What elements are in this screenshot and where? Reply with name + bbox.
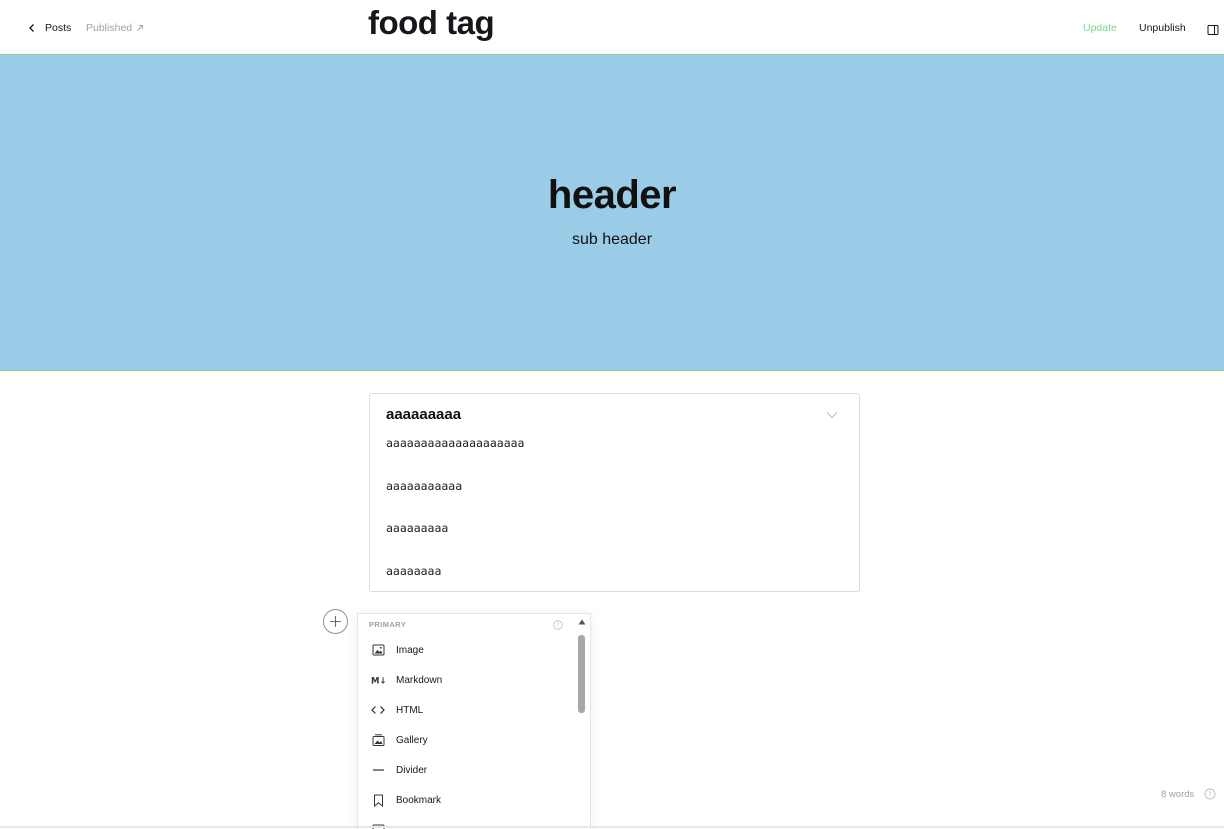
post-title[interactable]: food tag (368, 4, 495, 42)
header-card-subtitle[interactable]: sub header (0, 231, 1224, 249)
toggle-content-line[interactable]: aaaaaaaa (386, 564, 441, 578)
menu-item-gallery[interactable]: Gallery (358, 725, 578, 755)
code-icon (371, 703, 385, 717)
back-to-posts-link[interactable]: Posts (27, 22, 71, 34)
toggle-content-line[interactable]: aaaaaaaaaaa (386, 479, 462, 493)
menu-item-image[interactable]: Image (358, 635, 578, 665)
menu-item-label: Markdown (396, 674, 443, 686)
help-icon[interactable]: ? (1204, 788, 1216, 800)
toggle-heading[interactable]: aaaaaaaaa (386, 406, 461, 423)
svg-text:M↓: M↓ (371, 677, 385, 686)
svg-text:?: ? (556, 622, 559, 629)
menu-item-label: Image (396, 644, 424, 656)
status-label: Published (86, 22, 133, 34)
editor-topbar: Posts Published Update Unpublish food ta… (0, 0, 1224, 55)
menu-scrollbar-thumb[interactable] (578, 635, 585, 713)
unpublish-button[interactable]: Unpublish (1139, 22, 1186, 34)
menu-item-label: Bookmark (396, 794, 442, 806)
menu-item-label: Divider (396, 764, 428, 776)
divider-icon (371, 763, 385, 777)
update-button[interactable]: Update (1083, 22, 1117, 34)
help-icon[interactable]: ? (553, 620, 563, 630)
sidebar-toggle-icon[interactable] (1207, 24, 1219, 36)
toggle-content-line[interactable]: aaaaaaaaaaaaaaaaaaaa (386, 436, 524, 450)
menu-item-divider[interactable]: Divider (358, 755, 578, 785)
gallery-icon (371, 733, 385, 747)
bookmark-icon (371, 793, 385, 807)
markdown-icon: M↓ (371, 673, 385, 687)
word-count: 8 words (1161, 789, 1195, 800)
menu-item-label: Gallery (396, 734, 428, 746)
toggle-content-line[interactable]: aaaaaaaaa (386, 521, 448, 535)
scroll-up-arrow-icon[interactable] (578, 619, 586, 625)
menu-item-label: HTML (396, 704, 424, 716)
card-menu: PRIMARY ? Image M↓ Markdown HTML Gallery… (357, 613, 591, 829)
header-card-selection-line (0, 370, 1224, 371)
svg-text:?: ? (1208, 791, 1212, 799)
chevron-left-icon (29, 24, 34, 32)
published-status-link[interactable]: Published (86, 22, 144, 34)
menu-item-bookmark[interactable]: Bookmark (358, 785, 578, 815)
chevron-down-icon[interactable] (826, 411, 838, 419)
plus-icon (330, 616, 341, 627)
image-icon (371, 643, 385, 657)
menu-item-html[interactable]: HTML (358, 695, 578, 725)
menu-item-markdown[interactable]: M↓ Markdown (358, 665, 578, 695)
external-arrow-icon (137, 25, 144, 31)
menu-section-label: PRIMARY (369, 620, 407, 629)
back-label: Posts (45, 22, 72, 34)
header-card-title[interactable]: header (0, 173, 1224, 218)
toggle-card[interactable]: aaaaaaaaa aaaaaaaaaaaaaaaaaaaa aaaaaaaaa… (369, 393, 860, 592)
add-card-button[interactable] (323, 609, 348, 634)
